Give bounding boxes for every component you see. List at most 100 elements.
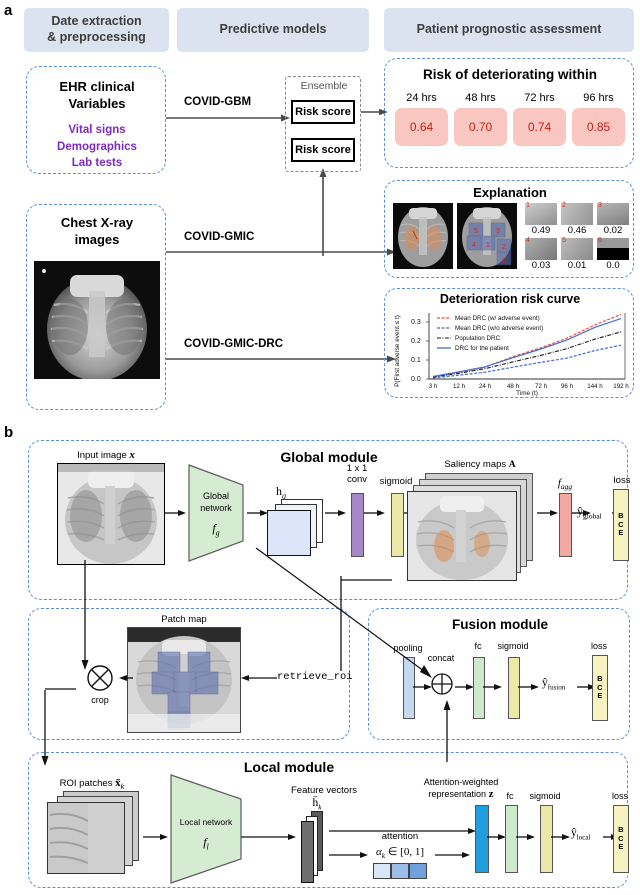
arrow-saliency-to-fagg xyxy=(537,510,558,516)
risk-panel-title: Risk of deteriorating within xyxy=(422,67,597,82)
svg-text:0.0: 0.0 xyxy=(411,376,421,383)
risk-value-72: 0.74 xyxy=(513,108,566,146)
svg-text:5: 5 xyxy=(474,228,478,235)
header-banner-patient-assessment: Patient prognostic assessment xyxy=(384,8,634,52)
attention-formula: αk ∈ [0, 1] xyxy=(375,846,425,861)
model-label-covid-gmic: COVID-GMIC xyxy=(184,231,255,243)
patch-index: 3 xyxy=(598,202,602,209)
patch-cell: 6 0.0 xyxy=(597,237,629,271)
svg-text:DRC for the patient: DRC for the patient xyxy=(455,345,509,352)
ehr-item-demographics: Demographics xyxy=(57,140,137,153)
patch-map-image xyxy=(127,627,241,733)
arrow-features-to-attention xyxy=(329,852,368,858)
drc-panel: Deterioration risk curve 0.0 0.1 0.2 0.3 3… xyxy=(384,288,634,398)
svg-text:3: 3 xyxy=(496,228,500,235)
ensemble-label: Ensemble xyxy=(300,80,348,92)
arrow-cxr-to-drc xyxy=(166,355,396,363)
header-line1: Date extraction xyxy=(51,14,142,29)
patch-image: 1 xyxy=(525,202,557,225)
svg-text:48 h: 48 h xyxy=(507,383,520,390)
risk-column: 96 hrs 0.85 xyxy=(572,92,625,146)
z-symbol: z xyxy=(488,788,494,801)
risk-hours-96: 96 hrs xyxy=(583,92,614,104)
local-sigmoid-label: sigmoid xyxy=(529,791,561,801)
fusion-loss-box: B C E xyxy=(592,655,608,721)
risk-columns: 24 hrs 0.64 48 hrs 0.70 72 hrs 0.74 96 h… xyxy=(395,92,625,146)
connector-crop-horizontal xyxy=(45,688,76,690)
svg-text:Mean DRC (w/o adverse event): Mean DRC (w/o adverse event) xyxy=(455,325,543,332)
header-banner-predictive-models: Predictive models xyxy=(177,8,369,52)
svg-text:0.2: 0.2 xyxy=(411,338,421,345)
crop-label: crop xyxy=(91,695,109,705)
panel-label-a: a xyxy=(4,2,13,19)
patch-index: 6 xyxy=(598,237,602,244)
attention-weight-box xyxy=(391,863,409,879)
patch-index: 4 xyxy=(526,237,530,244)
y-fusion-label: ŷfusion xyxy=(542,677,566,692)
local-loss-box: B C E xyxy=(613,805,629,873)
arrow-patchmap-to-crop xyxy=(119,675,133,681)
feature-vector-stack xyxy=(301,811,331,883)
svg-text:Time (t): Time (t) xyxy=(516,390,538,397)
risk-hours-72: 72 hrs xyxy=(524,92,555,104)
patch-score: 0.02 xyxy=(603,225,623,236)
local-network-symbol: fl xyxy=(203,835,209,852)
drc-chart: 0.0 0.1 0.2 0.3 3 h 12 h 24 h 48 h 72 h 96 h 1… xyxy=(394,313,629,397)
ehr-title-line2: Variables xyxy=(68,95,126,111)
explanation-panel: Explanation 5 3 4 1 2 6 1 0.49 2 0.46 3 … xyxy=(384,180,634,278)
arrow-input-to-global-network xyxy=(165,510,186,516)
cxr-input-box: Chest X-ray images xyxy=(26,204,166,410)
connector-z-to-concat xyxy=(443,700,451,762)
patch-cell: 1 0.49 xyxy=(525,202,557,236)
patch-map-label: Patch map xyxy=(161,614,207,625)
svg-text:0.1: 0.1 xyxy=(411,357,421,364)
risk-panel: Risk of deteriorating within 24 hrs 0.64… xyxy=(384,58,634,168)
svg-text:96 h: 96 h xyxy=(561,383,574,390)
svg-text:4: 4 xyxy=(472,242,476,249)
explanation-roi-image: 5 3 4 1 2 6 xyxy=(457,203,517,269)
patch-index: 2 xyxy=(562,202,566,209)
feature-vectors-label: Feature vectors xyxy=(291,785,357,796)
global-input-label: Input image x xyxy=(41,449,171,461)
connector-saliency-horizontal xyxy=(341,579,392,581)
feature-vectors-symbol: h̄k xyxy=(312,797,322,812)
arrow-attention-to-z xyxy=(435,852,470,858)
svg-text:144 h: 144 h xyxy=(587,383,603,390)
patch-score: 0.46 xyxy=(567,225,587,236)
attention-weight-box xyxy=(373,863,391,879)
svg-text:1: 1 xyxy=(486,242,490,249)
global-input-symbol: x xyxy=(129,449,135,461)
fusion-sigmoid-label: sigmoid xyxy=(497,641,529,651)
chest-xray-image xyxy=(34,261,160,379)
svg-text:Mean DRC (w/ adverse event): Mean DRC (w/ adverse event) xyxy=(455,315,540,322)
attention-label: attention xyxy=(381,831,419,842)
explanation-title: Explanation xyxy=(473,185,547,200)
connector-input-to-crop xyxy=(81,560,89,670)
patch-image: 5 xyxy=(561,237,593,260)
drc-title: Deterioration risk curve xyxy=(439,292,581,306)
roi-patches-label: ROI patches x̃k xyxy=(59,777,125,791)
global-network-symbol: fg xyxy=(212,521,220,538)
cxr-title-line2: images xyxy=(74,231,120,247)
svg-text:6: 6 xyxy=(502,258,506,265)
y-local-label: ŷlocal xyxy=(571,827,591,842)
explanation-patch-grid: 1 0.49 2 0.46 3 0.02 4 0.03 5 0.01 6 0.0 xyxy=(525,202,629,271)
risk-value-96: 0.85 xyxy=(572,108,625,146)
risk-value-48: 0.70 xyxy=(454,108,507,146)
panel-label-b: b xyxy=(4,424,14,441)
model-label-covid-gbm: COVID-GBM xyxy=(184,96,252,108)
patch-cell: 5 0.01 xyxy=(561,237,593,271)
hg-label: hg xyxy=(276,484,286,501)
local-module-title: Local module xyxy=(243,759,335,775)
arrow-conv-to-sigmoid xyxy=(364,510,385,516)
svg-text:24 h: 24 h xyxy=(479,383,492,390)
patch-index: 1 xyxy=(526,202,530,209)
arrow-concat-to-fc xyxy=(455,684,474,690)
svg-text:P(First adverse event ≤ t): P(First adverse event ≤ t) xyxy=(394,315,401,387)
arrow-fc-to-local-sigmoid xyxy=(516,834,535,840)
arrow-ehr-to-ensemble xyxy=(166,114,290,122)
patch-score: 0.49 xyxy=(531,225,551,236)
global-network-trapezoid: Global network fg xyxy=(187,463,245,563)
ehr-input-box: EHR clinical Variables Vital signs Demog… xyxy=(26,66,166,174)
svg-text:0.3: 0.3 xyxy=(411,319,421,326)
